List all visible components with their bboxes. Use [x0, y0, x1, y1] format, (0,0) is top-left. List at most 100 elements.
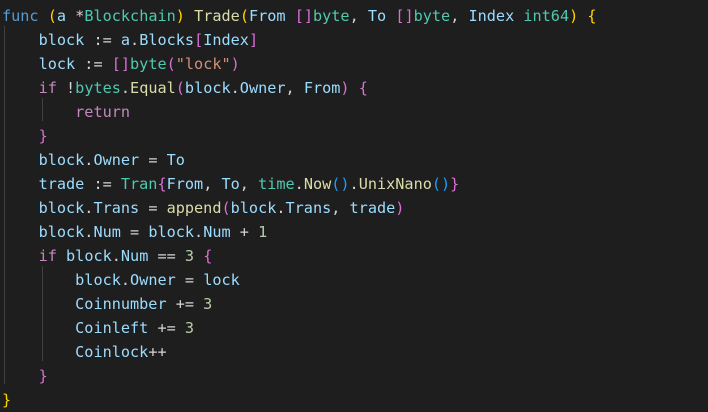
code-token: a [120, 31, 131, 49]
code-token: 3 [184, 247, 195, 265]
code-token: Index [203, 31, 249, 49]
code-token: := [84, 31, 121, 49]
code-token: if [38, 247, 57, 265]
code-token: += [166, 295, 204, 313]
code-token: } [38, 367, 48, 385]
code-token: Tran [120, 175, 158, 193]
code-line: if !bytes.Equal(block.Owner, From) { [2, 76, 368, 100]
code-token: a [56, 7, 67, 25]
code-token: { [358, 79, 368, 97]
code-token: , [239, 175, 259, 193]
code-token: ) [175, 7, 185, 25]
code-token: block [38, 151, 85, 169]
code-editor[interactable]: func (a *Blockchain) Trade(From []byte, … [0, 0, 708, 412]
code-token: () [431, 175, 451, 193]
code-token: := [84, 175, 121, 193]
code-token: . [230, 79, 240, 97]
code-token: Owner [93, 151, 140, 169]
code-token: [] [294, 7, 313, 25]
code-token: := [75, 55, 112, 73]
code-token: Equal [130, 79, 176, 97]
code-token: ) [230, 55, 240, 73]
code-token: To [166, 151, 185, 169]
code-token: block [66, 247, 112, 265]
code-token: return [75, 103, 131, 121]
code-token: 3 [203, 295, 213, 313]
code-token: block [75, 271, 121, 289]
code-token: 3 [184, 319, 195, 337]
code-token: To [367, 7, 387, 25]
code-token: From [303, 79, 341, 97]
code-token: , [203, 175, 222, 193]
code-line: block.Owner = lock [2, 268, 240, 292]
code-token: + [230, 223, 259, 241]
code-token: Trans [93, 199, 140, 217]
code-token: , [450, 7, 469, 25]
code-line: } [2, 124, 48, 148]
code-token: UnixNano [358, 175, 432, 193]
code-line: return [2, 100, 130, 124]
code-token: += [148, 319, 185, 337]
code-token: block [184, 79, 231, 97]
code-token: block [38, 223, 85, 241]
code-token: Trans [285, 199, 332, 217]
code-token: = [175, 271, 204, 289]
code-token: . [276, 199, 286, 217]
code-token: block [230, 199, 277, 217]
code-token: Now [303, 175, 332, 193]
code-token: Coinnumber [75, 295, 167, 313]
code-token: , [349, 7, 368, 25]
code-line: block.Trans = append(block.Trans, trade) [2, 196, 405, 220]
code-token: = [120, 223, 149, 241]
code-token: ( [175, 79, 185, 97]
code-token: lock [203, 271, 240, 289]
code-line: block := a.Blocks[Index] [2, 28, 259, 52]
code-line: func (a *Blockchain) Trade(From []byte, … [2, 4, 597, 28]
code-line: if block.Num == 3 { [2, 244, 213, 268]
code-token: Trade [194, 7, 240, 25]
code-token: block [38, 31, 85, 49]
code-token: "lock" [175, 55, 231, 73]
code-token: Num [93, 223, 121, 241]
code-token: * [66, 7, 85, 25]
code-token: if [38, 79, 57, 97]
code-token: ! [56, 79, 76, 97]
code-token: } [450, 175, 460, 193]
code-token: trade [349, 199, 396, 217]
code-token: Coinlock [75, 343, 149, 361]
code-token: From [248, 7, 286, 25]
code-token: . [349, 175, 359, 193]
code-token: ) [569, 7, 579, 25]
code-token: . [294, 175, 304, 193]
code-token: = [139, 151, 167, 169]
code-token: ) [340, 79, 350, 97]
code-token: , [331, 199, 350, 217]
code-token: Coinleft [75, 319, 149, 337]
code-token: ] [248, 31, 259, 49]
code-token: ( [166, 55, 176, 73]
code-line: block.Num = block.Num + 1 [2, 220, 268, 244]
code-token: To [221, 175, 240, 193]
code-token: byte [130, 55, 167, 73]
code-line: } [2, 388, 11, 412]
code-token: byte [313, 7, 350, 25]
code-token: lock [38, 55, 76, 73]
code-line: lock := []byte("lock") [2, 52, 240, 76]
